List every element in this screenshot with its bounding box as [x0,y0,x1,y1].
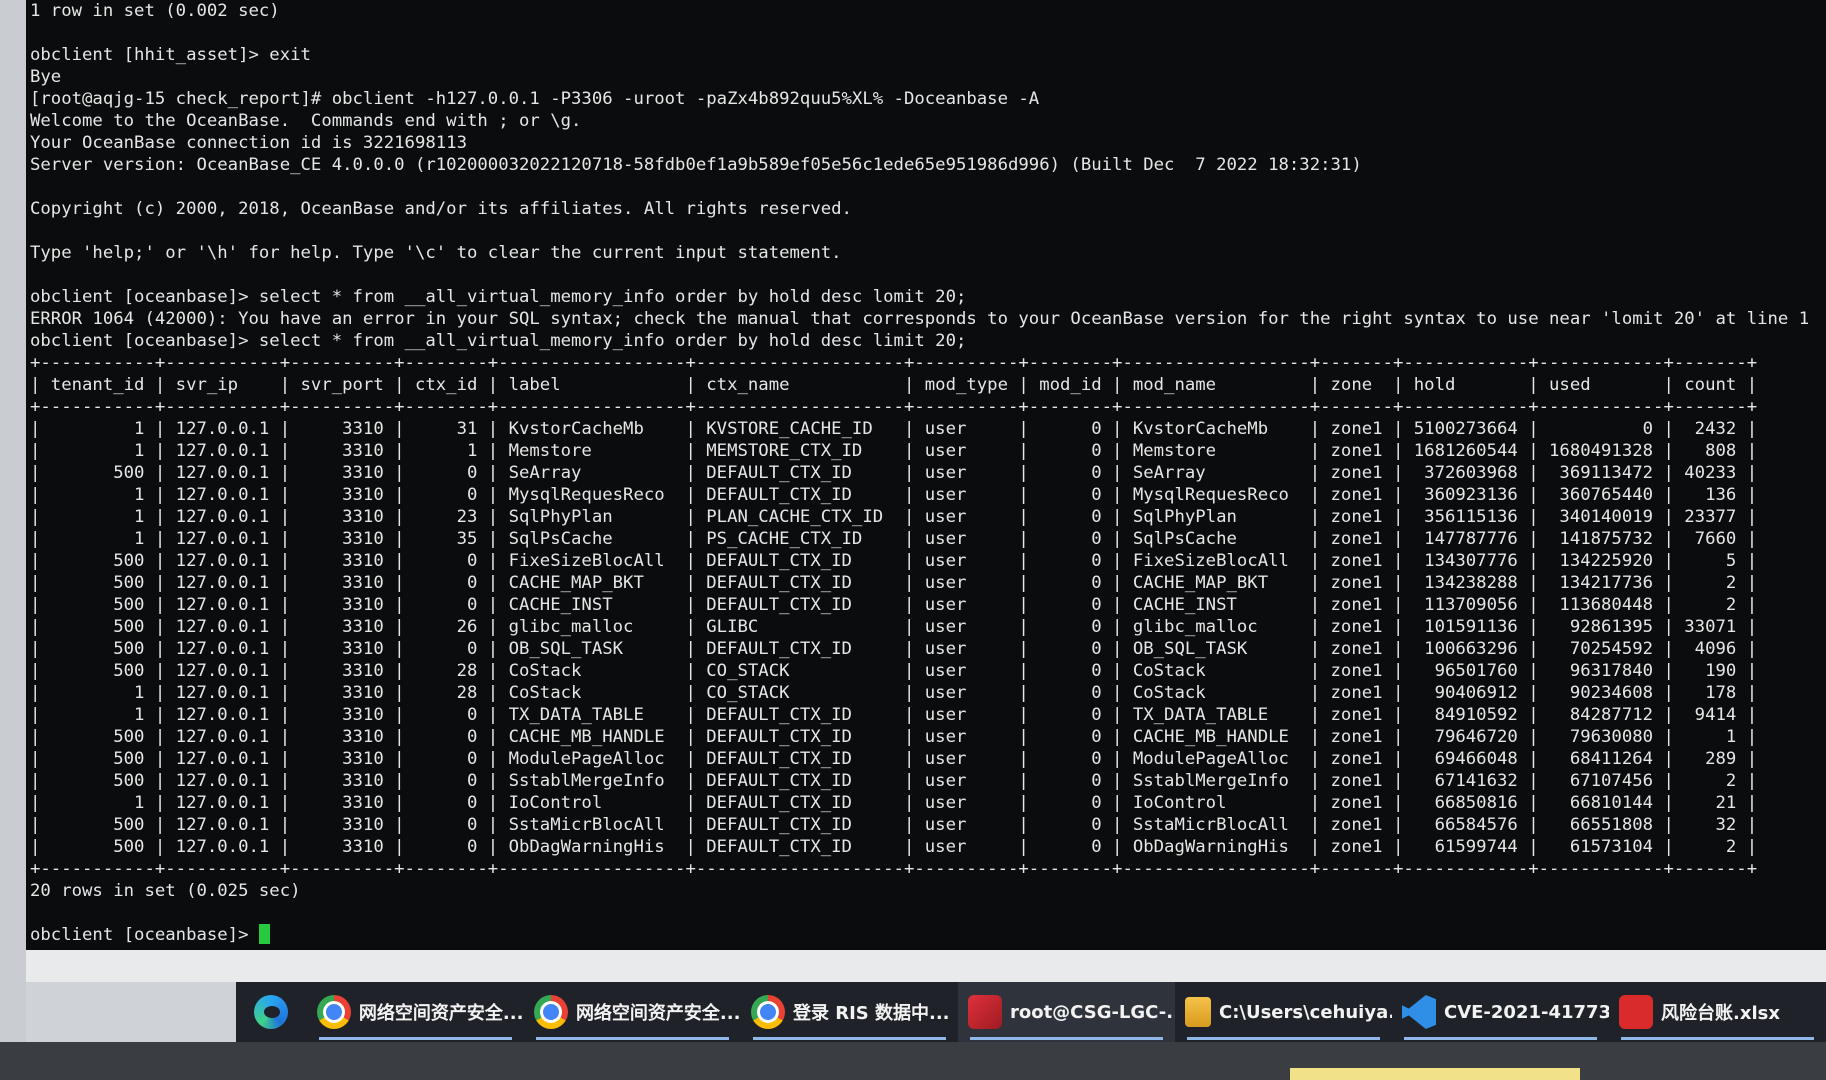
terminal-line: [root@aqjg-15 check_report]# obclient -h… [30,89,1040,109]
left-bezel [0,0,26,1042]
folder-icon [1184,997,1211,1027]
table-row: | 1 | 127.0.0.1 | 3310 | 0 | TX_DATA_TAB… [30,705,1758,725]
yellow-sticker [1290,1068,1580,1080]
table-row: | 500 | 127.0.0.1 | 3310 | 28 | CoStack … [30,661,1758,681]
terminal-line: obclient [oceanbase]> select * from __al… [30,287,967,307]
table-row: | 500 | 127.0.0.1 | 3310 | 0 | SeArray |… [30,463,1758,483]
table-row: | 500 | 127.0.0.1 | 3310 | 0 | CACHE_MB_… [30,727,1758,747]
wps-icon [1619,995,1654,1029]
edge-icon [254,995,289,1029]
taskbar-item-chrome-3[interactable]: 登录 RIS 数据中... [741,982,958,1042]
terminal-window[interactable]: 1 row in set (0.002 sec) obclient [hhit_a… [26,0,1826,950]
table-row: | 1 | 127.0.0.1 | 3310 | 0 | MysqlReques… [30,485,1758,505]
table-row: | 1 | 127.0.0.1 | 3310 | 1 | Memstore | … [30,441,1758,461]
table-row: | 500 | 127.0.0.1 | 3310 | 0 | CACHE_INS… [30,595,1758,615]
taskbar-item-label: 登录 RIS 数据中... [792,1003,950,1024]
prompt-text: obclient [oceanbase]> [30,925,259,945]
result-summary: 20 rows in set (0.025 sec) [30,881,301,901]
table-row: | 500 | 127.0.0.1 | 3310 | 0 | SstaMicrB… [30,815,1758,835]
table-row: | 500 | 127.0.0.1 | 3310 | 0 | ObDagWarn… [30,837,1758,857]
prompt-line[interactable]: obclient [oceanbase]> [30,924,1826,946]
table-row: | 500 | 127.0.0.1 | 3310 | 0 | ModulePag… [30,749,1758,769]
taskbar-item-label: C:\Users\cehuiya... [1218,1001,1392,1023]
table-row: | 500 | 127.0.0.1 | 3310 | 0 | SstablMer… [30,771,1758,791]
window-gap [26,950,1826,982]
taskbar-item-wps[interactable]: 风险台账.xlsx [1609,982,1826,1042]
edge-button[interactable] [236,982,307,1042]
taskbar-item-explorer[interactable]: C:\Users\cehuiya... [1175,982,1392,1042]
chrome-icon [750,995,785,1029]
taskbar-item-vscode[interactable]: CVE-2021-41773... [1392,982,1609,1042]
table-row: | 500 | 127.0.0.1 | 3310 | 0 | OB_SQL_TA… [30,639,1758,659]
table-row: | 500 | 127.0.0.1 | 3310 | 26 | glibc_ma… [30,617,1758,637]
table-border: +-----------+-----------+----------+----… [30,397,1758,417]
text-cursor [258,924,270,944]
table-row: | 1 | 127.0.0.1 | 3310 | 0 | IoControl |… [30,793,1758,813]
table-row: | 1 | 127.0.0.1 | 3310 | 23 | SqlPhyPlan… [30,507,1758,527]
terminal-line: ERROR 1064 (42000): You have an error in… [30,309,1810,329]
table-row: | 1 | 127.0.0.1 | 3310 | 35 | SqlPsCache… [30,529,1758,549]
putty-icon [967,995,1002,1029]
vscode-icon [1402,995,1436,1029]
taskbar-item-label: root@CSG-LGC-... [1009,1001,1175,1023]
taskbar: 网络空间资产安全... 网络空间资产安全... 登录 RIS 数据中... ro… [236,982,1826,1042]
terminal-output: 1 row in set (0.002 sec) obclient [hhit_a… [26,0,1826,946]
terminal-line: Bye [30,67,62,87]
taskbar-item-chrome-2[interactable]: 网络空间资产安全... [524,982,741,1042]
terminal-line: obclient [oceanbase]> select * from __al… [30,331,967,351]
terminal-line: Type 'help;' or '\h' for help. Type '\c'… [30,243,842,263]
table-row: | 500 | 127.0.0.1 | 3310 | 0 | FixeSizeB… [30,551,1758,571]
terminal-line: Copyright (c) 2000, 2018, OceanBase and/… [30,199,852,219]
taskbar-item-putty[interactable]: root@CSG-LGC-... [957,982,1175,1042]
taskbar-item-chrome-1[interactable]: 网络空间资产安全... [307,982,524,1042]
terminal-line: 1 row in set (0.002 sec) [30,1,280,21]
terminal-line: Your OceanBase connection id is 32216981… [30,133,467,153]
table-row: | 1 | 127.0.0.1 | 3310 | 28 | CoStack | … [30,683,1758,703]
chrome-icon [316,995,351,1029]
taskbar-item-label: 网络空间资产安全... [358,1003,524,1024]
taskbar-item-label: 风险台账.xlsx [1661,1003,1780,1024]
table-row: | 1 | 127.0.0.1 | 3310 | 31 | KvstorCach… [30,419,1758,439]
terminal-line: obclient [hhit_asset]> exit [30,45,311,65]
terminal-line: Welcome to the OceanBase. Commands end w… [30,111,582,131]
terminal-line: Server version: OceanBase_CE 4.0.0.0 (r1… [30,155,1362,175]
table-border: +-----------+-----------+----------+----… [30,859,1758,879]
chrome-icon [533,995,568,1029]
table-border: +-----------+-----------+----------+----… [30,353,1758,373]
taskbar-item-label: 网络空间资产安全... [575,1003,741,1024]
table-row: | 500 | 127.0.0.1 | 3310 | 0 | CACHE_MAP… [30,573,1758,593]
table-header-row: | tenant_id | svr_ip | svr_port | ctx_id… [30,375,1758,395]
taskbar-item-label: CVE-2021-41773... [1444,1001,1610,1023]
